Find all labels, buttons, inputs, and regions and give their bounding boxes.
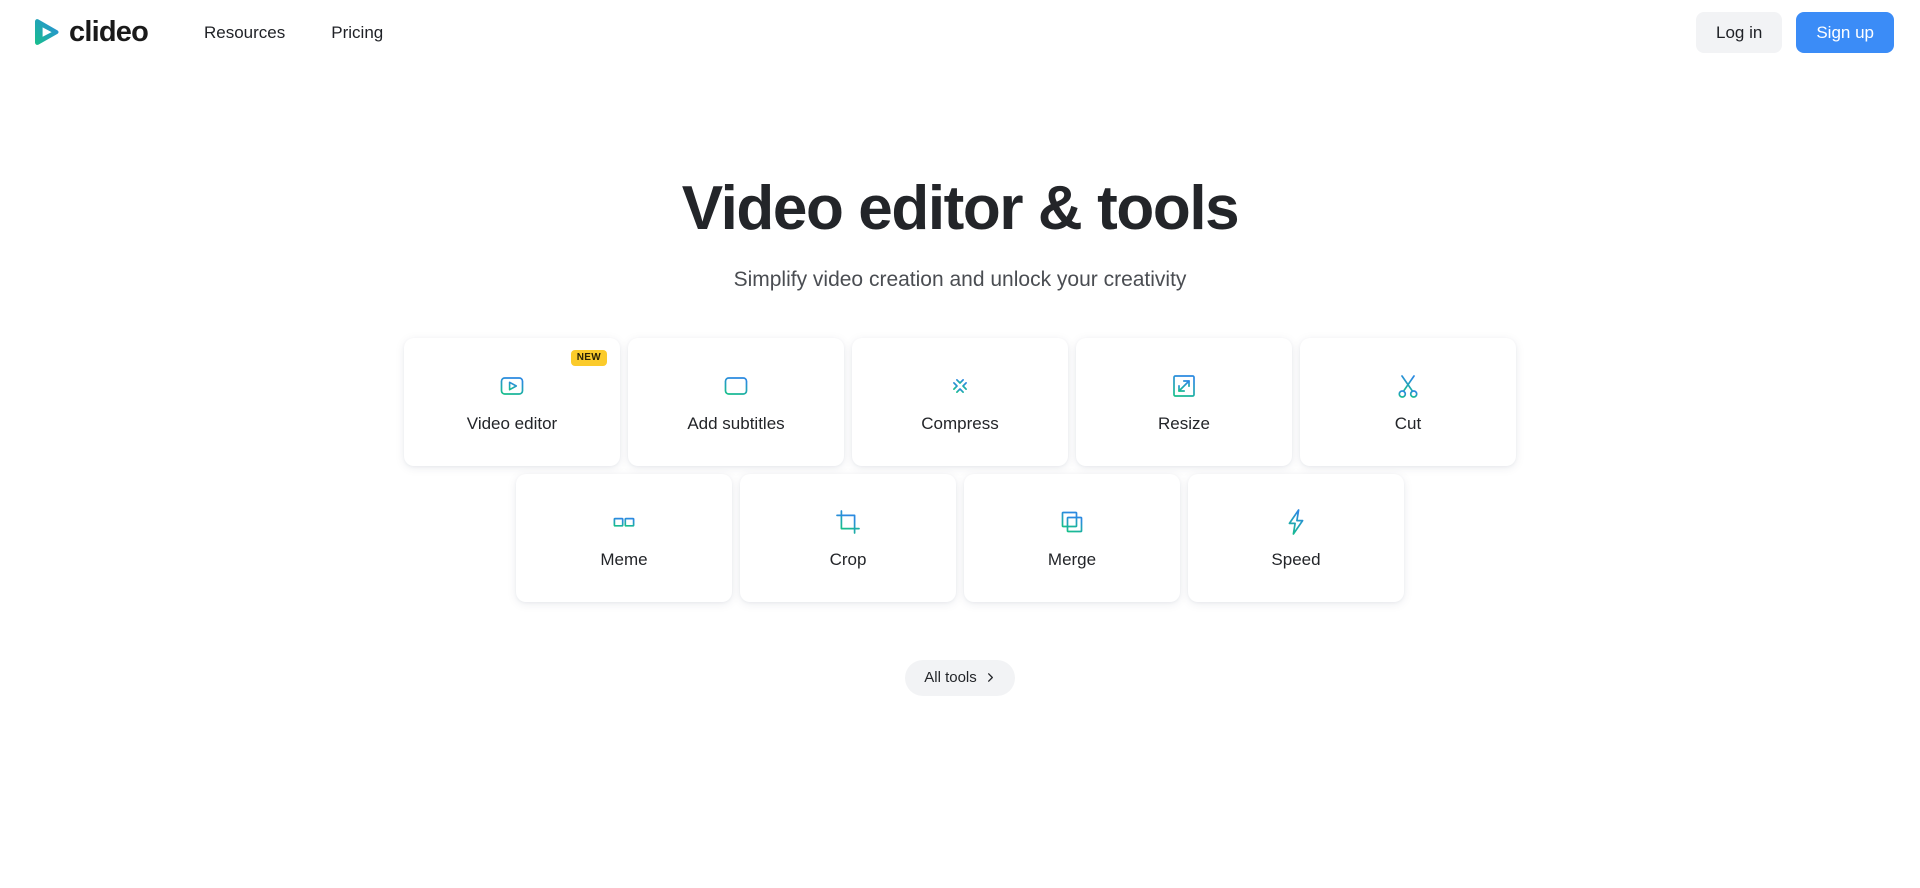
tool-card-add-subtitles[interactable]: Add subtitles — [628, 337, 844, 466]
tool-label: Meme — [600, 550, 648, 570]
tool-label: Merge — [1047, 550, 1097, 570]
all-tools-button[interactable]: All tools — [905, 659, 1015, 696]
all-tools-label: All tools — [924, 669, 977, 687]
tool-row-1: NEW Video editor Add subtitles Compress … — [404, 337, 1516, 466]
tool-label: Compress — [921, 414, 999, 434]
tool-label: Video editor — [466, 414, 558, 434]
main-nav: Resources Pricing — [204, 24, 383, 41]
logo[interactable]: clideo — [30, 15, 149, 48]
resize-icon — [1169, 371, 1199, 415]
status-badge: NEW — [570, 349, 607, 366]
logo-text: clideo — [69, 15, 149, 48]
subtitles-icon — [721, 371, 751, 415]
video-editor-icon — [497, 371, 527, 415]
tool-card-compress[interactable]: Compress — [852, 337, 1068, 466]
page-subtitle: Simplify video creation and unlock your … — [733, 267, 1187, 291]
hero-section: Video editor & tools Simplify video crea… — [0, 64, 1920, 292]
chevron-right-icon — [985, 672, 996, 683]
page-title: Video editor & tools — [681, 174, 1240, 243]
tool-card-meme[interactable]: Meme — [516, 473, 732, 602]
tool-card-resize[interactable]: Resize — [1076, 337, 1292, 466]
tool-row-2: Meme Crop Merge Speed — [516, 473, 1404, 602]
tool-label: Speed — [1271, 550, 1321, 570]
tool-label: Crop — [829, 550, 867, 570]
scissors-icon — [1393, 371, 1423, 415]
tool-label: Resize — [1158, 414, 1210, 434]
glasses-icon — [609, 507, 639, 551]
tool-label: Add subtitles — [687, 414, 785, 434]
merge-icon — [1057, 507, 1087, 551]
tool-grid: NEW Video editor Add subtitles Compress … — [0, 337, 1920, 602]
tool-card-speed[interactable]: Speed — [1188, 473, 1404, 602]
lightning-icon — [1281, 507, 1311, 551]
site-header: clideo Resources Pricing Log in Sign up — [0, 0, 1920, 64]
signup-button[interactable]: Sign up — [1796, 11, 1894, 53]
tool-card-merge[interactable]: Merge — [964, 473, 1180, 602]
tool-card-cut[interactable]: Cut — [1300, 337, 1516, 466]
play-logo-icon — [30, 16, 62, 48]
all-tools-section: All tools — [0, 659, 1920, 696]
tool-card-crop[interactable]: Crop — [740, 473, 956, 602]
tool-card-video-editor[interactable]: NEW Video editor — [404, 337, 620, 466]
crop-icon — [833, 507, 863, 551]
tool-label: Cut — [1394, 414, 1422, 434]
header-actions: Log in Sign up — [1696, 11, 1894, 53]
compress-icon — [945, 371, 975, 415]
login-button[interactable]: Log in — [1696, 11, 1783, 53]
nav-item-pricing[interactable]: Pricing — [331, 24, 383, 41]
nav-item-resources[interactable]: Resources — [204, 24, 285, 41]
